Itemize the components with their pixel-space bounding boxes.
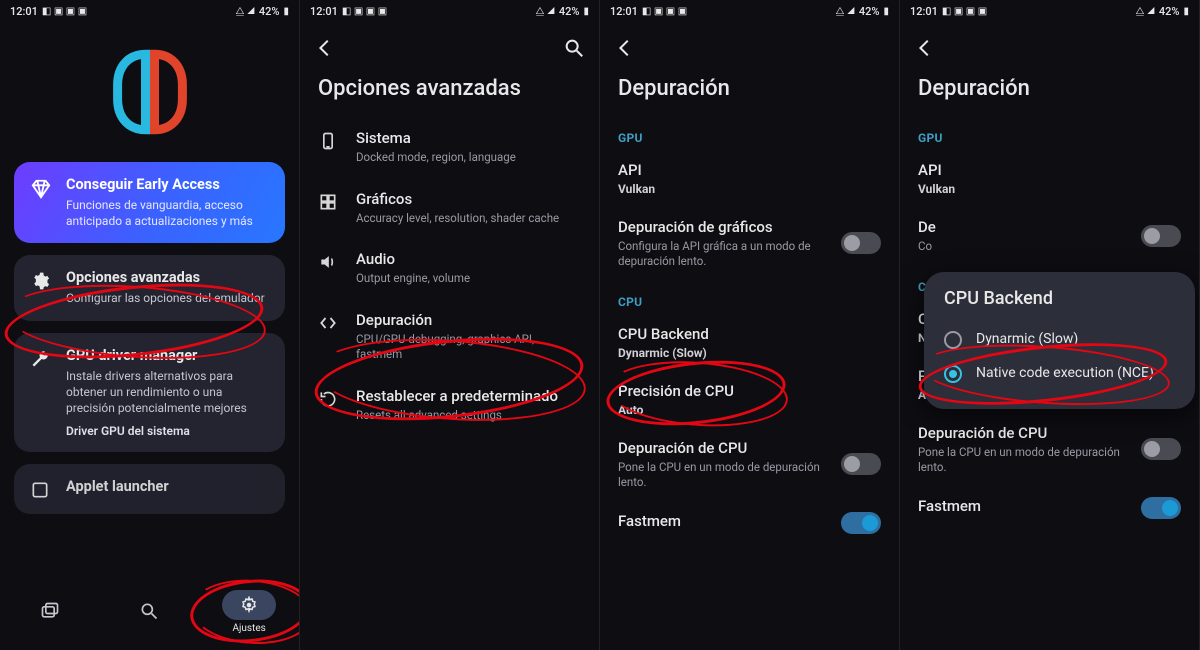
wifi-icon: ⧋ ◢ [835,6,854,17]
status-time: 12:01 [10,5,38,18]
toggle-cpu-debug[interactable] [841,453,881,475]
setting-cpu-backend[interactable]: CPU BackendDynarmic (Slow) [600,315,899,372]
battery-percent: 42% [259,5,280,18]
radio-dynarmic[interactable]: Dynarmic (Slow) [940,323,1179,357]
restore-icon [318,389,340,409]
page-title: Opciones avanzadas [300,70,599,117]
radio-icon-selected [944,365,962,383]
section-gpu: GPU [600,117,899,151]
screen-2-advanced-options: 12:01◧ ▣ ▣ ▣ ⧋ ◢42%▮ Opciones avanzadas … [300,0,600,650]
wifi-icon: ⧋ ◢ [235,6,254,17]
setting-api[interactable]: APIVulkan [600,151,899,208]
radio-nce[interactable]: Native code execution (NCE) [940,357,1179,391]
battery-icon: ▮ [283,6,289,17]
status-icons-left: ◧ ▣ ▣ ▣ [642,6,687,17]
box-icon [30,480,52,500]
toggle-fastmem[interactable] [841,512,881,534]
nav-folders[interactable] [10,596,90,629]
toggle-gpu-debug[interactable] [841,232,881,254]
dialog-title: CPU Backend [940,288,1179,309]
bottom-nav: Ajustes [0,580,299,650]
battery-icon: ▮ [583,6,589,17]
setting-cpu-debug[interactable]: Depuración de CPUPone la CPU en un modo … [600,429,899,502]
status-icons-left: ◧ ▣ ▣ ▣ [42,6,87,17]
status-time: 12:01 [610,5,638,18]
applet-title: Applet launcher [66,478,169,495]
back-button[interactable] [314,37,336,59]
item-depuracion[interactable]: DepuraciónCPU/GPU debugging, graphics AP… [300,299,599,375]
search-button[interactable] [563,37,585,59]
grid-icon [318,192,340,212]
speaker-icon [318,252,340,272]
gpu-driver-manager-card[interactable]: GPU driver manager Instale drivers alter… [14,333,285,453]
gear-icon [30,271,52,291]
battery-icon: ▮ [883,6,889,17]
item-audio[interactable]: AudioOutput engine, volume [300,238,599,299]
radio-icon [944,331,962,349]
wifi-icon: ⧋ ◢ [535,6,554,17]
gpu-sub: Instale drivers alternativos para obtene… [66,368,269,417]
gpu-title: GPU driver manager [66,347,269,364]
status-time: 12:01 [310,5,338,18]
gpu-foot: Driver GPU del sistema [66,424,269,438]
item-sistema[interactable]: SistemaDocked mode, region, language [300,117,599,178]
ea-sub: Funciones de vanguardia, acceso anticipa… [66,197,269,229]
applet-launcher-card[interactable]: Applet launcher [14,464,285,514]
setting-cpu-precision[interactable]: Precisión de CPUAuto [600,372,899,429]
setting-fastmem[interactable]: Fastmem [600,502,899,546]
app-logo [0,47,299,137]
screen-4-debug-dialog: 12:01◧ ▣ ▣ ▣ ⧋ ◢42%▮ Depuración GPU APIV… [900,0,1200,650]
section-cpu: CPU [600,281,899,315]
item-graficos[interactable]: GráficosAccuracy level, resolution, shad… [300,178,599,239]
page-title: Depuración [600,70,899,117]
screen-1-settings-home: 12:01 ◧ ▣ ▣ ▣ ⧋ ◢ 42% ▮ Conseguir Early … [0,0,300,650]
diamond-icon [30,178,52,200]
adv-title: Opciones avanzadas [66,269,265,286]
adv-sub: Configurar las opciones del emulador [66,290,265,306]
battery-percent: 42% [559,5,580,18]
nav-search[interactable] [109,596,189,629]
nav-settings[interactable]: Ajustes [209,590,289,634]
battery-percent: 42% [859,5,880,18]
back-button[interactable] [614,37,636,59]
wrench-icon [30,349,52,369]
ea-title: Conseguir Early Access [66,176,269,193]
item-reset[interactable]: Restablecer a predeterminadoResets all a… [300,375,599,436]
setting-gpu-debug[interactable]: Depuración de gráficosConfigura la API g… [600,208,899,281]
early-access-card[interactable]: Conseguir Early Access Funciones de vang… [14,162,285,243]
cpu-backend-dialog: CPU Backend Dynarmic (Slow) Native code … [924,272,1195,409]
status-bar: 12:01 ◧ ▣ ▣ ▣ ⧋ ◢ 42%▮ [300,0,599,22]
status-bar: 12:01 ◧ ▣ ▣ ▣ ⧋ ◢ 42% ▮ [0,0,299,22]
code-icon [318,313,340,333]
nav-settings-label: Ajustes [232,623,265,634]
status-icons-left: ◧ ▣ ▣ ▣ [342,6,387,17]
phone-icon [318,131,340,151]
status-bar: 12:01 ◧ ▣ ▣ ▣ ⧋ ◢ 42%▮ [600,0,899,22]
screen-3-debug: 12:01 ◧ ▣ ▣ ▣ ⧋ ◢ 42%▮ Depuración GPU APIV… [600,0,900,650]
advanced-options-card[interactable]: Opciones avanzadas Configurar las opcion… [14,255,285,320]
